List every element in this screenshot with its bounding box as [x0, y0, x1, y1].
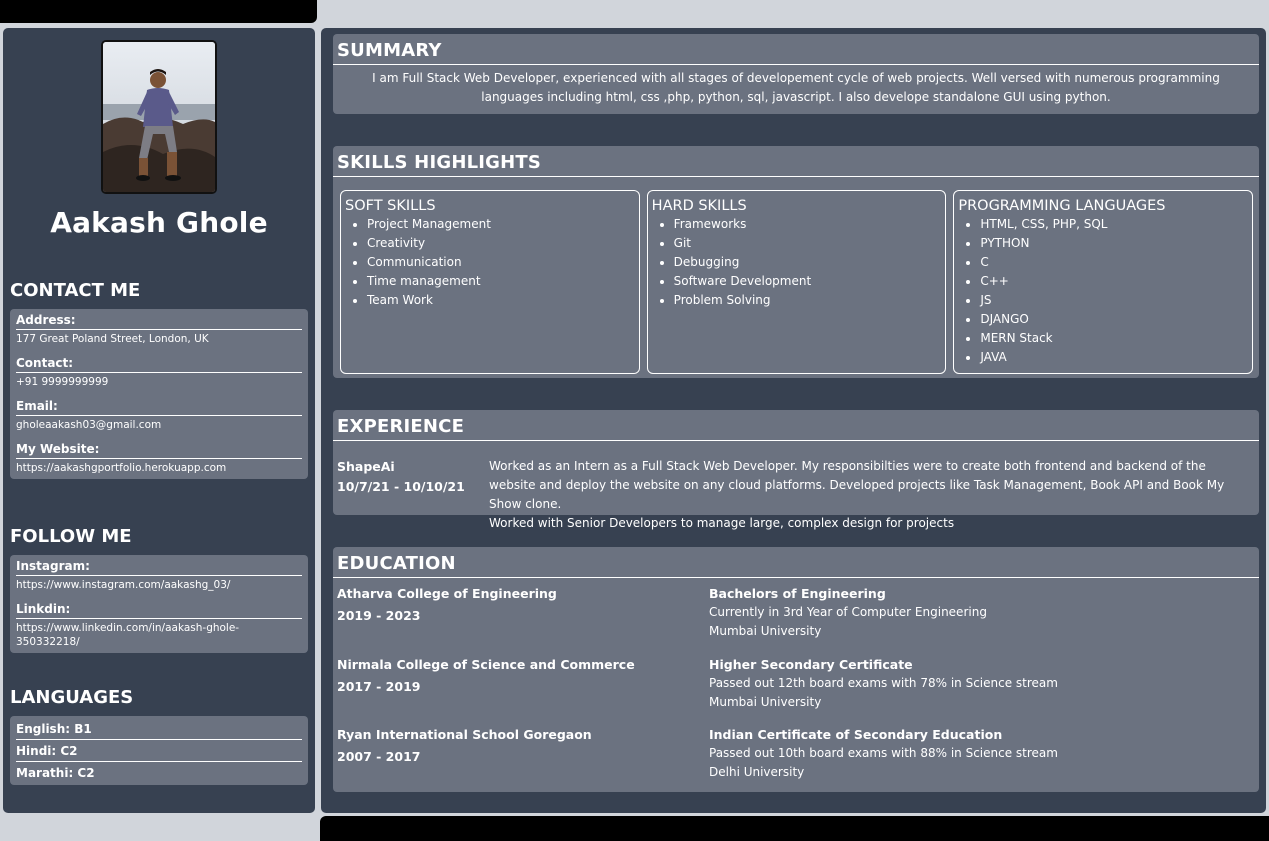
linkedin-link[interactable]: https://www.linkedin.com/in/aakash-ghole… [16, 621, 302, 649]
education-university: Mumbai University [709, 624, 822, 638]
list-item: Frameworks [674, 215, 942, 234]
profile-photo [101, 40, 217, 194]
experience-meta: ShapeAi 10/7/21 - 10/10/21 [337, 457, 489, 533]
list-item: Creativity [367, 234, 635, 253]
experience-title: EXPERIENCE [333, 410, 1259, 441]
list-item: C [980, 253, 1248, 272]
list-item: MERN Stack [980, 329, 1248, 348]
education-years: 2007 - 2017 [337, 749, 421, 764]
contact-phone-value: +91 9999999999 [16, 376, 109, 388]
contact-email-label: Email: [16, 399, 302, 416]
education-entry: Atharva College of Engineering 2019 - 20… [333, 578, 1259, 641]
experience-description: Worked as an Intern as a Full Stack Web … [489, 457, 1255, 533]
list-item: Git [674, 234, 942, 253]
profile-name: Aakash Ghole [50, 206, 268, 239]
summary-title: SUMMARY [333, 34, 1259, 65]
contact-address-label: Address: [16, 313, 302, 330]
education-degree: Higher Secondary Certificate [709, 657, 913, 672]
education-school: Atharva College of Engineering [337, 586, 557, 601]
list-item: JAVA [980, 348, 1248, 367]
linkedin-label: Linkdin: [16, 602, 302, 619]
sidebar: Aakash Ghole CONTACT ME Address: 177 Gre… [3, 28, 315, 813]
programming-languages-list: HTML, CSS, PHP, SQL PYTHON C C++ JS DJAN… [958, 215, 1248, 367]
experience-dates: 10/7/21 - 10/10/21 [337, 479, 465, 494]
contact-phone-label: Contact: [16, 356, 302, 373]
list-item: Debugging [674, 253, 942, 272]
list-item: Time management [367, 272, 635, 291]
language-item: Hindi: C2 [16, 740, 302, 762]
list-item: Problem Solving [674, 291, 942, 310]
languages-card: English: B1 Hindi: C2 Marathi: C2 [10, 716, 308, 785]
summary-text: I am Full Stack Web Developer, experienc… [372, 71, 1220, 104]
language-item: English: B1 [16, 718, 302, 740]
programming-languages-box: PROGRAMMING LANGUAGES HTML, CSS, PHP, SQ… [953, 190, 1254, 374]
soft-skills-list: Project Management Creativity Communicat… [345, 215, 635, 310]
instagram-link[interactable]: https://www.instagram.com/aakashg_03/ [16, 578, 302, 592]
top-black-bar [0, 0, 317, 23]
experience-description-text: Worked as an Intern as a Full Stack Web … [489, 459, 1225, 511]
experience-entry: ShapeAi 10/7/21 - 10/10/21 Worked as an … [333, 441, 1259, 537]
education-degree: Bachelors of Engineering [709, 586, 886, 601]
education-detail: Passed out 12th board exams with 78% in … [709, 676, 1058, 690]
hard-skills-list: Frameworks Git Debugging Software Develo… [652, 215, 942, 310]
list-item: Communication [367, 253, 635, 272]
education-school: Ryan International School Goregaon [337, 727, 592, 742]
list-item: DJANGO [980, 310, 1248, 329]
list-item: Project Management [367, 215, 635, 234]
education-entry: Nirmala College of Science and Commerce … [333, 641, 1259, 712]
skills-section: SKILLS HIGHLIGHTS SOFT SKILLS Project Ma… [333, 146, 1259, 378]
contact-address-value: 177 Great Poland Street, London, UK [16, 333, 209, 345]
contact-website-label: My Website: [16, 442, 302, 459]
education-degree: Indian Certificate of Secondary Educatio… [709, 727, 1003, 742]
education-university: Mumbai University [709, 695, 822, 709]
soft-skills-title: SOFT SKILLS [345, 198, 436, 214]
education-entry: Ryan International School Goregaon 2007 … [333, 712, 1259, 782]
experience-description-text-2: Worked with Senior Developers to manage … [489, 516, 955, 530]
experience-section: EXPERIENCE ShapeAi 10/7/21 - 10/10/21 Wo… [333, 410, 1259, 530]
contact-card: Address: 177 Great Poland Street, London… [10, 309, 308, 479]
education-university: Delhi University [709, 765, 805, 779]
list-item: Software Development [674, 272, 942, 291]
languages-heading: LANGUAGES [10, 687, 134, 708]
list-item: Team Work [367, 291, 635, 310]
contact-website-link[interactable]: https://aakashgportfolio.herokuapp.com [16, 461, 302, 475]
education-detail: Currently in 3rd Year of Computer Engine… [709, 605, 987, 619]
summary-section: SUMMARY I am Full Stack Web Developer, e… [333, 34, 1259, 114]
list-item: JS [980, 291, 1248, 310]
contact-heading: CONTACT ME [10, 280, 141, 301]
programming-languages-title: PROGRAMMING LANGUAGES [958, 198, 1166, 214]
education-section: EDUCATION Atharva College of Engineering… [333, 547, 1259, 792]
education-title: EDUCATION [333, 547, 1259, 578]
list-item: HTML, CSS, PHP, SQL [980, 215, 1248, 234]
list-item: C++ [980, 272, 1248, 291]
skills-row: SOFT SKILLS Project Management Creativit… [333, 177, 1259, 377]
follow-card: Instagram: https://www.instagram.com/aak… [10, 555, 308, 653]
education-school: Nirmala College of Science and Commerce [337, 657, 635, 672]
follow-heading: FOLLOW ME [10, 526, 132, 547]
education-years: 2019 - 2023 [337, 608, 421, 623]
skills-title: SKILLS HIGHLIGHTS [333, 146, 1259, 177]
soft-skills-box: SOFT SKILLS Project Management Creativit… [340, 190, 640, 374]
profile-photo-image [103, 42, 215, 192]
hard-skills-box: HARD SKILLS Frameworks Git Debugging Sof… [646, 190, 947, 374]
bottom-black-bar [320, 816, 1269, 841]
instagram-label: Instagram: [16, 559, 302, 576]
education-detail: Passed out 10th board exams with 88% in … [709, 746, 1058, 760]
language-item: Marathi: C2 [16, 766, 95, 780]
contact-email-value[interactable]: gholeaakash03@gmail.com [16, 418, 302, 432]
list-item: PYTHON [980, 234, 1248, 253]
hard-skills-title: HARD SKILLS [651, 198, 747, 214]
main-content: SUMMARY I am Full Stack Web Developer, e… [321, 28, 1266, 813]
experience-company: ShapeAi [337, 459, 395, 474]
education-years: 2017 - 2019 [337, 679, 421, 694]
